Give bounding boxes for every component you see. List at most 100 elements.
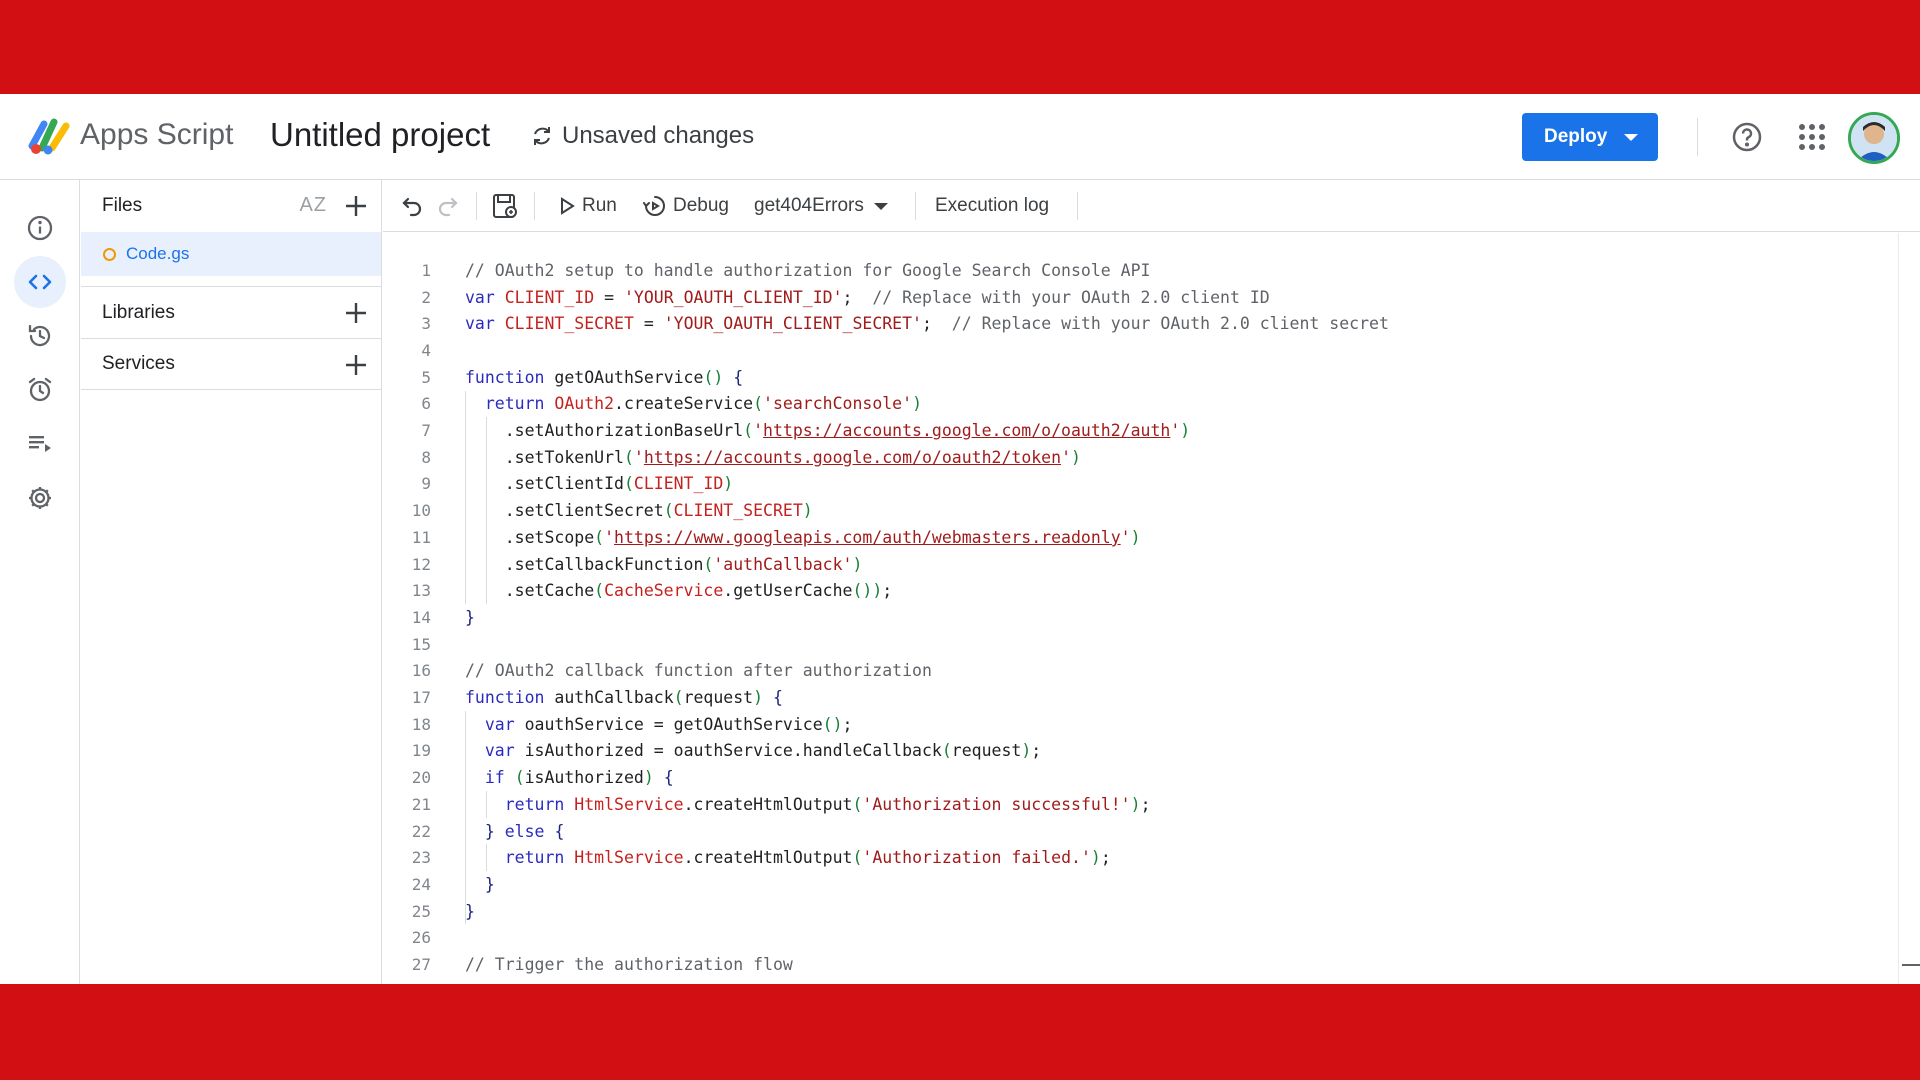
- debug-icon: [643, 196, 665, 216]
- account-avatar[interactable]: [1848, 112, 1900, 164]
- line-number: 11: [411, 527, 431, 547]
- sort-files-icon[interactable]: AZ: [299, 194, 327, 217]
- code-line[interactable]: 4: [383, 337, 1898, 364]
- files-title: Files: [102, 195, 143, 216]
- code-text: var isAuthorized = oauthService.handleCa…: [484, 741, 1042, 761]
- info-icon: [27, 215, 53, 241]
- line-number: 4: [421, 340, 431, 360]
- code-text: var CLIENT_ID = 'YOUR_OAUTH_CLIENT_ID'; …: [465, 287, 1270, 307]
- code-text: function getOAuthService() {: [465, 367, 744, 387]
- code-line[interactable]: 25}: [383, 898, 1898, 925]
- code-line[interactable]: 16 // OAuth2 callback function after auth…: [383, 658, 1898, 685]
- toolbar-divider: [476, 192, 477, 220]
- alarm-clock-icon: [28, 377, 52, 402]
- deploy-label: Deploy: [1544, 126, 1608, 147]
- scroll-position-marker: [1902, 964, 1920, 966]
- code-line[interactable]: 8 .setTokenUrl('https://accounts.google.…: [383, 444, 1898, 471]
- execution-log-button[interactable]: Execution log: [935, 180, 1049, 232]
- code-line[interactable]: 2 var CLIENT_ID = 'YOUR_OAUTH_CLIENT_ID';…: [383, 284, 1898, 311]
- code-line[interactable]: 13 .setCache(CacheService.getUserCache()…: [383, 577, 1898, 604]
- history-button[interactable]: [14, 310, 66, 362]
- code-line[interactable]: 1 // OAuth2 setup to handle authorization…: [383, 257, 1898, 284]
- google-apps-icon[interactable]: [1798, 123, 1826, 151]
- code-line[interactable]: 21 return HtmlService.createHtmlOutput('…: [383, 791, 1898, 818]
- services-label: Services: [102, 353, 175, 374]
- code-line[interactable]: 11 .setScope('https://www.googleapis.com…: [383, 524, 1898, 551]
- code-editor[interactable]: 1 // OAuth2 setup to handle authorization…: [383, 233, 1898, 984]
- code-line[interactable]: 19 var isAuthorized = oauthService.handl…: [383, 738, 1898, 765]
- code-line[interactable]: 22 } else {: [383, 818, 1898, 845]
- code-text: var oauthService = getOAuthService();: [484, 714, 853, 734]
- code-line[interactable]: 9 .setClientId(CLIENT_ID): [383, 471, 1898, 498]
- executions-button[interactable]: [14, 418, 66, 470]
- settings-button[interactable]: [14, 472, 66, 524]
- unsaved-dot-icon: [103, 247, 116, 261]
- code-text: }: [465, 607, 475, 627]
- help-icon[interactable]: [1731, 121, 1763, 153]
- execution-log-label: Execution log: [935, 195, 1050, 216]
- overview-button[interactable]: [14, 202, 66, 254]
- indent-guide: [465, 390, 466, 605]
- files-panel: Files AZ Code.gs Libraries Services: [81, 180, 382, 984]
- code-text: .setAuthorizationBaseUrl('https://accoun…: [465, 421, 1191, 441]
- code-line[interactable]: 20 if (isAuthorized) {: [383, 764, 1898, 791]
- editor-button[interactable]: [14, 256, 66, 308]
- add-service-icon[interactable]: [343, 352, 369, 378]
- code-line[interactable]: 24 }: [383, 871, 1898, 898]
- apps-script-logo-icon[interactable]: [28, 116, 74, 156]
- apps-script-window: Apps Script Untitled project Unsaved cha…: [0, 94, 1920, 984]
- code-text: var CLIENT_SECRET = 'YOUR_OAUTH_CLIENT_S…: [465, 314, 1389, 334]
- code-line[interactable]: 5 function getOAuthService() {: [383, 364, 1898, 391]
- line-number: 7: [421, 421, 431, 441]
- save-status-label: Unsaved changes: [562, 122, 755, 149]
- code-line[interactable]: 14}: [383, 604, 1898, 631]
- code-line[interactable]: 17 function authCallback(request) {: [383, 684, 1898, 711]
- history-icon: [28, 324, 51, 347]
- code-text: .setClientId(CLIENT_ID): [465, 474, 734, 494]
- editor-scrollbar[interactable]: [1898, 233, 1920, 984]
- project-title[interactable]: Untitled project: [270, 116, 490, 154]
- run-button[interactable]: Run: [558, 180, 617, 232]
- code-line[interactable]: 6 return OAuth2.createService('searchCon…: [383, 391, 1898, 418]
- avatar-image: [1851, 115, 1897, 161]
- code-line[interactable]: 15: [383, 631, 1898, 658]
- line-number: 15: [411, 634, 431, 654]
- function-select[interactable]: get404Errors: [754, 180, 888, 232]
- indent-guide: [486, 417, 487, 605]
- services-section[interactable]: Services: [81, 338, 381, 390]
- save-project-button[interactable]: [491, 180, 519, 232]
- line-number: 1: [421, 260, 431, 280]
- deploy-button[interactable]: Deploy: [1522, 113, 1658, 161]
- file-item-code-gs[interactable]: Code.gs: [81, 232, 381, 276]
- code-text: }: [465, 901, 475, 921]
- line-number: 23: [411, 848, 431, 868]
- add-library-icon[interactable]: [343, 300, 369, 326]
- line-number: 18: [411, 714, 431, 734]
- add-file-icon[interactable]: [343, 193, 369, 219]
- app-name[interactable]: Apps Script: [80, 118, 233, 152]
- code-line[interactable]: 10 .setClientSecret(CLIENT_SECRET): [383, 497, 1898, 524]
- redo-button[interactable]: [436, 180, 460, 232]
- code-line[interactable]: 12 .setCallbackFunction('authCallback'): [383, 551, 1898, 578]
- line-number: 5: [421, 367, 431, 387]
- deploy-dropdown-icon[interactable]: [1624, 134, 1638, 141]
- code-text: .setTokenUrl('https://accounts.google.co…: [465, 447, 1081, 467]
- triggers-button[interactable]: [14, 364, 66, 416]
- line-number: 12: [411, 554, 431, 574]
- code-text: // OAuth2 setup to handle authorization …: [465, 260, 1151, 280]
- toolbar-divider: [915, 192, 916, 220]
- files-header: Files AZ: [81, 180, 381, 232]
- code-line[interactable]: 3 var CLIENT_SECRET = 'YOUR_OAUTH_CLIENT_…: [383, 310, 1898, 337]
- function-select-value: get404Errors: [754, 195, 864, 216]
- libraries-section[interactable]: Libraries: [81, 286, 381, 338]
- code-text: return HtmlService.createHtmlOutput('Aut…: [504, 848, 1111, 868]
- code-line[interactable]: 18 var oauthService = getOAuthService();: [383, 711, 1898, 738]
- code-line[interactable]: 27 // Trigger the authorization flow: [383, 951, 1898, 978]
- undo-button[interactable]: [400, 180, 424, 232]
- line-number: 10: [411, 501, 431, 521]
- code-line[interactable]: 7 .setAuthorizationBaseUrl('https://acco…: [383, 417, 1898, 444]
- code-line[interactable]: 26: [383, 925, 1898, 952]
- code-line[interactable]: 23 return HtmlService.createHtmlOutput('…: [383, 844, 1898, 871]
- line-number: 24: [411, 874, 431, 894]
- debug-button[interactable]: Debug: [643, 180, 729, 232]
